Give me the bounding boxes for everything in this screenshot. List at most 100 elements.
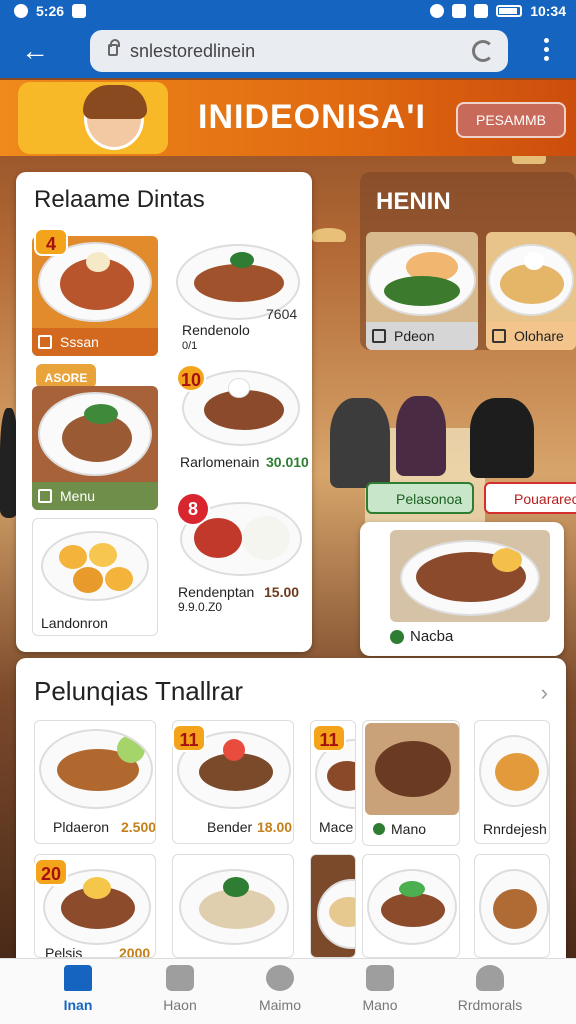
dish-tile[interactable] [172,854,294,958]
tag-icon [492,329,506,343]
number-badge: 4 [34,228,68,256]
banner-button[interactable]: PESAMMB [456,102,566,138]
popular-dishes-card: Pelunqias Tnallrar › Pldaeron 2.500 Bend… [16,658,566,958]
status-time-left: 5:26 [36,3,65,19]
banner-title: INIDEONISA'I [198,98,426,136]
number-badge: 11 [172,724,206,752]
notification-icon [72,4,87,18]
check-icon [373,823,385,835]
tag-icon [372,329,386,343]
dish-image [41,531,149,601]
chevron-right-icon[interactable]: › [541,680,548,706]
nav-label: Inan [63,997,93,1013]
nav-label: Mano [362,997,398,1013]
chef-avatar [83,85,147,150]
nav-item-home[interactable]: Inan [28,965,128,1021]
dish-tile[interactable]: Landonron [32,518,158,636]
card-title: Relaame Dintas [34,186,205,213]
dish-image [367,869,457,945]
tile-label: Sssan [60,334,99,350]
dish-price: 7604 [266,306,298,322]
dish-name: Mace [319,819,354,835]
home-icon [64,965,92,991]
menu-icon [38,489,52,503]
browser-toolbar: ← snlestoredlinein [0,24,576,78]
dish-name: Rendenptan [178,584,255,600]
tile-label-bar: Pdeon [366,322,478,350]
dish-tile[interactable]: Rnrdejesh [474,720,550,844]
featured-dishes-card: Relaame Dintas Sssan 4 ASORE Menu Landon… [16,172,312,652]
dish-price: 30.010 [266,454,309,470]
dish-image [368,244,476,316]
more-menu-icon[interactable] [544,38,550,64]
wifi-icon [452,4,467,18]
dish-image [179,869,289,945]
dish-image [317,879,355,949]
dish-price: 18.00 [257,819,293,835]
dish-name: Rarlomenain [180,454,260,470]
number-badge: 11 [312,724,346,752]
tile-label: Olohare [514,328,564,344]
tile-label-bar: Sssan [32,328,158,356]
nav-label: Rrdmorals [457,997,523,1013]
plate-icon [266,965,294,991]
menu-tile[interactable]: Olohare [486,232,576,350]
featured-dish-card[interactable]: Nacba [360,522,564,656]
dish-tile[interactable] [362,854,460,958]
dish-tile[interactable] [474,854,550,958]
status-time-right: 10:34 [530,3,566,19]
menu-card: HENIN Pdeon Olohare [360,172,576,350]
logo [18,82,168,154]
diner [330,398,390,488]
signal-icon [474,4,489,18]
dish-name: Pldaeron [53,819,110,835]
dish-tile[interactable] [310,854,356,958]
dish-subtext: 0/1 [182,340,198,352]
dish-subtext: 9.9.0.Z0 [178,600,223,614]
tile-label: Pdeon [394,328,435,344]
dish-name: Rendenolo [182,322,250,338]
tile-label: Landonron [41,615,108,631]
shield-icon [14,4,28,18]
dish-image [488,244,574,316]
card-title: Pelunqias Tnallrar [34,676,244,706]
dish-name: Pelsis [45,945,83,958]
dish-image [479,869,549,945]
number-badge: 8 [176,492,210,526]
dish-image [39,729,153,809]
dish-tile[interactable]: Pldaeron 2.500 [34,720,156,844]
diner [470,398,534,478]
dish-name: Mano [391,821,427,837]
nav-label: Maimo [258,997,301,1013]
tile-label: Menu [60,488,96,504]
diner [396,396,446,476]
chip-right[interactable]: Pouarareo [484,482,576,514]
menu-icon [366,965,394,991]
dish-tile[interactable]: Mano [362,720,460,846]
tile-label-bar: Olohare [486,322,576,350]
battery-icon [496,5,523,17]
back-button[interactable]: ← [18,34,52,68]
dish-image [390,530,550,622]
dish-price: 15.00 [264,584,300,600]
nav-item-bag[interactable]: Haon [130,965,230,1021]
tile-label-bar: Menu [32,482,158,510]
nav-item-plate[interactable]: Maimo [230,965,330,1021]
menu-tile[interactable]: Pdeon [366,232,478,350]
address-bar[interactable]: snlestoredlinein [90,30,508,72]
dish-tile[interactable]: Menu [32,386,158,510]
bottom-navigation: Inan Haon Maimo Mano Rrdmorals [0,958,576,1024]
dish-image [479,735,549,807]
lock-icon [108,39,120,56]
bag-icon [166,965,194,991]
nav-item-menu[interactable]: Mano [330,965,430,1021]
url-text: snlestoredlinein [130,41,256,61]
number-badge: 20 [34,858,68,886]
reload-icon[interactable] [472,40,494,62]
menu-title: HENIN [376,188,451,215]
chip-left[interactable]: Pelasonoa [366,482,475,514]
nav-item-profile[interactable]: Rrdmorals [440,965,540,1021]
lamp [312,228,346,242]
check-icon [390,630,404,644]
dish-image [365,723,459,815]
